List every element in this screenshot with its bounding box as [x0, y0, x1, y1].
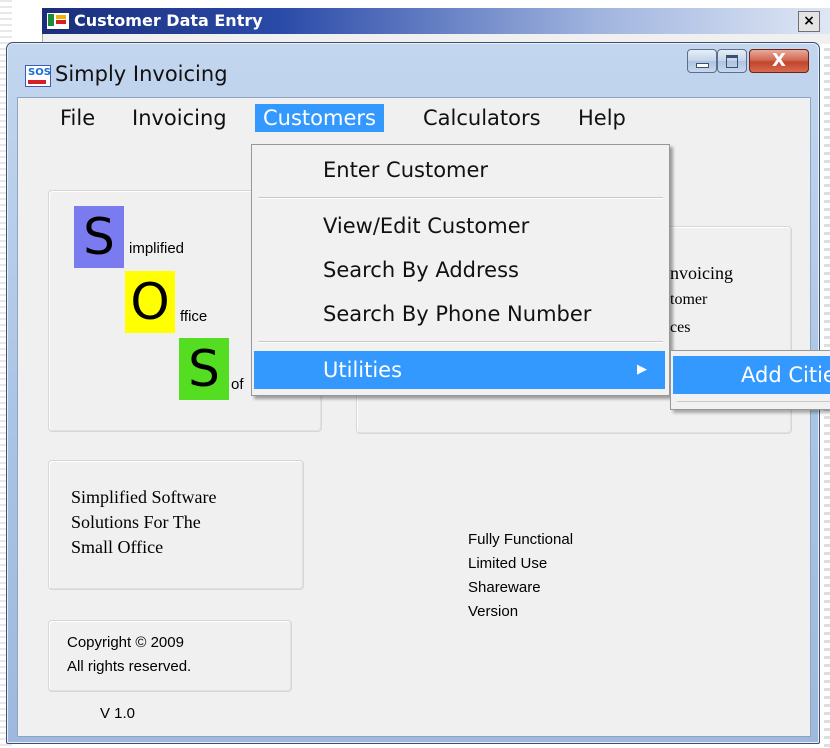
- info-line-3: ces: [670, 319, 691, 336]
- version-label: V 1.0: [100, 705, 136, 722]
- menu-file[interactable]: File: [52, 104, 103, 132]
- submenu-arrow-icon: ▶: [637, 362, 647, 377]
- menu-separator: [258, 197, 663, 199]
- menu-item-add-cities[interactable]: Add Citie: [673, 356, 830, 394]
- menu-separator: [258, 341, 663, 343]
- back-window-title: Customer Data Entry: [74, 11, 263, 30]
- menu-bar: File Invoicing Customers Calculators Hel…: [18, 98, 810, 136]
- customers-dropdown-menu: Enter Customer View/Edit Customer Search…: [251, 144, 670, 396]
- logo-word-implified: implified: [129, 240, 185, 257]
- shareware-line-2: Limited Use: [468, 555, 548, 572]
- utilities-submenu: Add Citie: [670, 350, 830, 410]
- menu-item-view-edit-customer[interactable]: View/Edit Customer: [254, 207, 665, 245]
- menu-item-search-by-address[interactable]: Search By Address: [254, 251, 665, 289]
- shareware-line-1: Fully Functional: [468, 531, 574, 548]
- tagline-line-2: Solutions For The: [71, 512, 201, 532]
- app-icon: SOS: [25, 65, 51, 87]
- back-window-close-button[interactable]: ×: [798, 11, 820, 32]
- copyright-line-2: All rights reserved.: [67, 658, 192, 675]
- minimize-button[interactable]: [687, 49, 717, 73]
- tagline-line-3: Small Office: [71, 537, 164, 557]
- logo-letter-s2: S: [179, 338, 229, 400]
- caption-buttons: X: [679, 49, 809, 73]
- menu-customers[interactable]: Customers: [255, 104, 384, 132]
- menu-calculators[interactable]: Calculators: [415, 104, 549, 132]
- window-title: Simply Invoicing: [55, 62, 228, 86]
- menu-separator: [677, 401, 830, 402]
- menu-item-utilities[interactable]: Utilities ▶: [254, 351, 665, 389]
- copyright-panel: Copyright © 2009 All rights reserved.: [48, 620, 292, 692]
- info-line-2: tomer: [670, 291, 708, 308]
- close-button[interactable]: X: [749, 49, 809, 73]
- copyright-line-1: Copyright © 2009: [67, 634, 184, 651]
- logo-word-ffice: ffice: [180, 308, 208, 325]
- tagline-line-1: Simplified Software: [71, 487, 217, 507]
- app-icon-text: SOS: [28, 67, 51, 78]
- logo-word-of: of: [231, 376, 244, 393]
- close-icon: X: [772, 50, 786, 71]
- menu-item-enter-customer[interactable]: Enter Customer: [254, 151, 665, 189]
- logo-letter-o: O: [125, 271, 175, 333]
- logo-letter-s: S: [74, 206, 124, 268]
- info-line-1: nvoicing: [670, 263, 733, 283]
- maximize-button[interactable]: [717, 49, 747, 73]
- menu-help[interactable]: Help: [570, 104, 634, 132]
- tagline-panel: Simplified Software Solutions For The Sm…: [48, 460, 304, 590]
- shareware-line-3: Shareware: [468, 579, 541, 596]
- menu-invoicing[interactable]: Invoicing: [124, 104, 235, 132]
- app-icon: [46, 12, 70, 30]
- shareware-line-4: Version: [468, 603, 519, 620]
- menu-item-search-by-phone[interactable]: Search By Phone Number: [254, 295, 665, 333]
- back-window-titlebar[interactable]: Customer Data Entry ×: [42, 8, 830, 34]
